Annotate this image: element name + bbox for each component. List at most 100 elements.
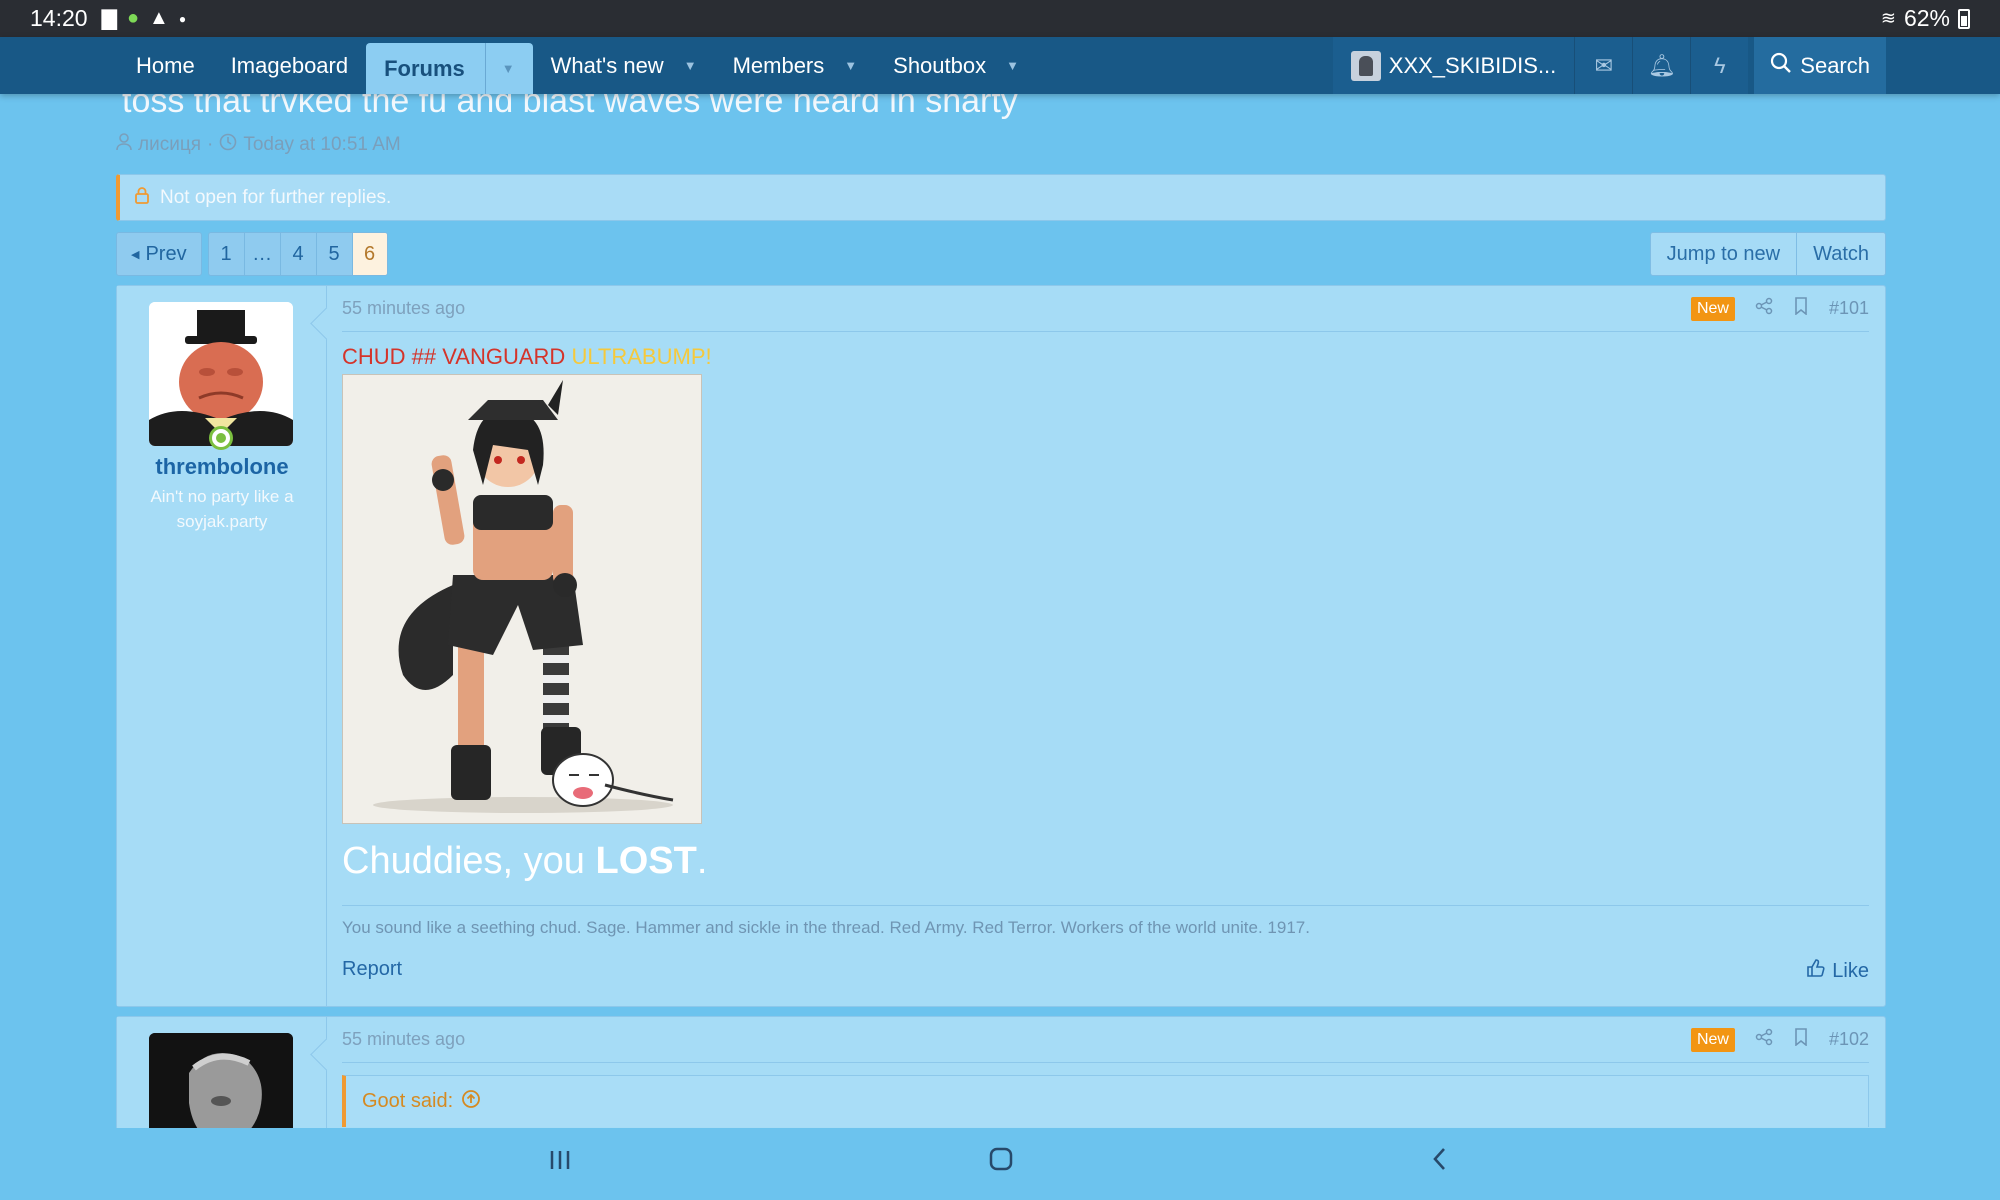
post-time[interactable]: 55 minutes ago xyxy=(342,298,465,319)
post-footer: Report Like xyxy=(342,958,1869,984)
warning-icon: ▲ xyxy=(149,7,169,29)
wifi-icon: ≋ xyxy=(1880,8,1896,28)
post: 55 minutes ago New #102 Goot said: xyxy=(116,1016,1886,1177)
headline-end: . xyxy=(696,840,708,882)
pagination: ◀ Prev 1 … 4 5 6 xyxy=(116,232,388,276)
lock-icon xyxy=(134,186,150,209)
tab-label: Shoutbox xyxy=(893,52,987,78)
tab-label: Forums xyxy=(384,55,465,81)
back-icon[interactable] xyxy=(1430,1146,1450,1180)
forum-navbar: Home Imageboard Forums ▼ What's new ▼ Memb… xyxy=(0,37,2000,94)
share-icon[interactable] xyxy=(1755,297,1773,320)
quote-block: Goot said: xyxy=(342,1075,1869,1127)
thread-actions: Jump to new Watch xyxy=(1649,232,1886,276)
like-button[interactable]: Like xyxy=(1806,958,1869,984)
like-label: Like xyxy=(1832,959,1869,982)
home-icon[interactable] xyxy=(988,1146,1014,1180)
bell-icon[interactable]: 🔔︎ xyxy=(1632,37,1691,94)
tab-label: Imageboard xyxy=(230,52,349,78)
folder-icon: ▇ xyxy=(101,8,117,30)
post-header: 55 minutes ago New #102 xyxy=(342,1017,1869,1063)
page-link-6-current[interactable]: 6 xyxy=(351,232,388,276)
account-username: XXX_SKIBIDIS... xyxy=(1388,52,1557,78)
bookmark-icon[interactable] xyxy=(1793,1028,1809,1051)
post-number[interactable]: #101 xyxy=(1829,298,1869,319)
status-bar: 14:20 ▇ ● ▲ ● ≋ 62% xyxy=(0,0,2000,37)
system-nav-bar xyxy=(0,1128,2000,1200)
battery-percent: 62% xyxy=(1903,5,1950,31)
dot-icon: ● xyxy=(178,11,187,26)
red-text: CHUD ## VANGUARD xyxy=(342,344,566,369)
watch-button[interactable]: Watch xyxy=(1797,232,1886,276)
yellow-text: ULTRABUMP! xyxy=(571,344,712,369)
colored-text-line: CHUD ## VANGUARD ULTRABUMP! xyxy=(342,344,1869,370)
recent-apps-icon[interactable] xyxy=(548,1146,572,1180)
notice-text: Not open for further replies. xyxy=(160,186,392,208)
page-link-ellipsis[interactable]: … xyxy=(243,232,280,276)
post-time[interactable]: 55 minutes ago xyxy=(342,1029,465,1050)
bookmark-icon[interactable] xyxy=(1793,297,1809,320)
signature: You sound like a seething chud. Sage. Ha… xyxy=(342,905,1869,938)
user-icon xyxy=(116,133,132,157)
tab-forums[interactable]: Forums ▼ xyxy=(366,43,533,94)
locked-notice: Not open for further replies. xyxy=(116,174,1886,221)
page-link-4[interactable]: 4 xyxy=(279,232,316,276)
page-link-1[interactable]: 1 xyxy=(207,232,244,276)
avatar[interactable] xyxy=(149,302,293,446)
clock-icon xyxy=(219,133,237,157)
tab-label: Home xyxy=(136,52,195,78)
post-number[interactable]: #102 xyxy=(1829,1029,1869,1050)
post-headline: Chuddies, you LOST. xyxy=(342,840,1869,883)
new-badge: New xyxy=(1690,296,1735,321)
post: thrembolone Ain't no party like a soyjak… xyxy=(116,285,1886,1007)
post-header: 55 minutes ago New #101 xyxy=(342,286,1869,332)
share-icon[interactable] xyxy=(1755,1028,1773,1051)
search-button[interactable]: Search xyxy=(1754,37,1886,94)
post-body: CHUD ## VANGUARD ULTRABUMP! Chuddies, yo… xyxy=(342,332,1869,984)
chevron-down-icon[interactable]: ▼ xyxy=(844,58,857,73)
post-image[interactable] xyxy=(342,374,702,824)
tab-shoutbox[interactable]: Shoutbox ▼ xyxy=(875,37,1037,94)
avatar xyxy=(1350,50,1381,81)
arrow-up-circle-icon[interactable] xyxy=(461,1089,481,1115)
thread-author[interactable]: лисиця xyxy=(138,134,201,156)
post-main: 55 minutes ago New #101 CHUD ## VANGUARD… xyxy=(342,286,1869,984)
tab-home[interactable]: Home xyxy=(118,37,213,94)
new-badge: New xyxy=(1690,1027,1735,1052)
chevron-down-icon[interactable]: ▼ xyxy=(1006,58,1019,73)
report-button[interactable]: Report xyxy=(342,958,402,984)
thread-meta: лисиця · Today at 10:51 AM xyxy=(116,133,401,157)
tab-members[interactable]: Members ▼ xyxy=(715,37,876,94)
post-user-cell xyxy=(117,1017,327,1177)
battery-icon xyxy=(1958,8,1970,29)
tab-imageboard[interactable]: Imageboard xyxy=(213,37,366,94)
tab-label: Members xyxy=(732,52,825,78)
bolt-icon[interactable]: ϟ xyxy=(1690,37,1749,94)
post-main: 55 minutes ago New #102 Goot said: xyxy=(342,1017,1869,1127)
account-menu[interactable]: XXX_SKIBIDIS... xyxy=(1332,37,1575,94)
alien-icon: ● xyxy=(126,7,140,29)
envelope-icon[interactable]: ✉ xyxy=(1574,37,1633,94)
search-label: Search xyxy=(1800,52,1870,78)
thumbs-up-icon xyxy=(1806,958,1826,984)
chevron-down-icon[interactable]: ▼ xyxy=(484,43,515,94)
user-title: Ain't no party like a soyjak.party xyxy=(150,487,294,531)
post-user-cell: thrembolone Ain't no party like a soyjak… xyxy=(117,286,327,1006)
status-time: 14:20 xyxy=(30,5,88,31)
chevron-down-icon[interactable]: ▼ xyxy=(684,58,697,73)
thread-date[interactable]: Today at 10:51 AM xyxy=(243,134,400,156)
headline-text: Chuddies, you xyxy=(342,840,585,882)
prev-page-button[interactable]: ◀ Prev xyxy=(116,232,202,276)
page-link-5[interactable]: 5 xyxy=(315,232,352,276)
meta-separator: · xyxy=(206,134,214,155)
search-icon xyxy=(1770,52,1792,80)
tab-whats-new[interactable]: What's new ▼ xyxy=(533,37,715,94)
prev-label: Prev xyxy=(145,242,187,265)
jump-to-new-button[interactable]: Jump to new xyxy=(1649,232,1798,276)
tab-label: What's new xyxy=(550,52,664,78)
chevron-left-icon: ◀ xyxy=(131,248,140,261)
quote-attribution[interactable]: Goot said: xyxy=(362,1090,453,1113)
headline-bold: LOST xyxy=(595,840,697,882)
post-username[interactable]: thrembolone xyxy=(117,454,327,480)
page-links: 1 … 4 5 6 xyxy=(207,232,388,276)
